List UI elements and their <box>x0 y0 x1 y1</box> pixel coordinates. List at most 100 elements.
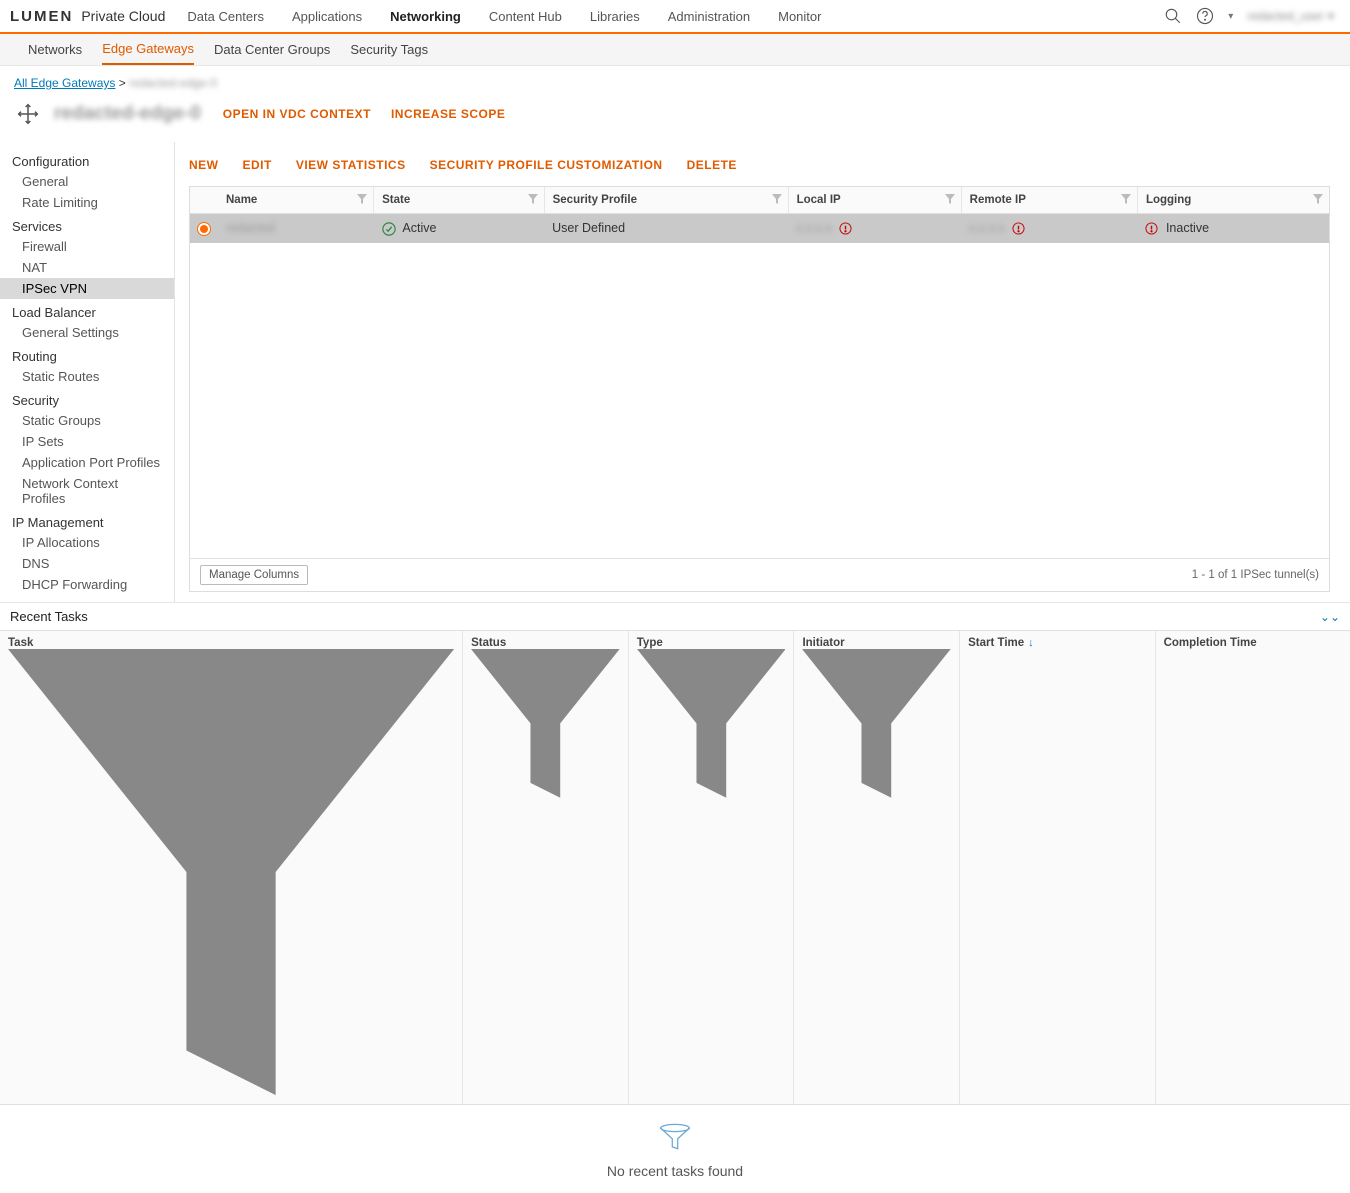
task-col-task[interactable]: Task <box>0 631 462 1104</box>
side-ip-allocations[interactable]: IP Allocations <box>0 532 174 553</box>
cell-name: redacted <box>218 214 374 243</box>
side-lb-general[interactable]: General Settings <box>0 322 174 343</box>
col-state[interactable]: State <box>374 187 545 214</box>
row-radio[interactable] <box>190 214 218 243</box>
side-group-routing: Routing <box>0 343 174 366</box>
filter-icon[interactable] <box>1121 194 1131 204</box>
nav-content-hub[interactable]: Content Hub <box>489 1 562 32</box>
side-rate-limiting[interactable]: Rate Limiting <box>0 192 174 213</box>
table-footer: Manage Columns 1 - 1 of 1 IPSec tunnel(s… <box>190 558 1329 591</box>
col-local-ip[interactable]: Local IP <box>788 187 961 214</box>
side-ip-sets[interactable]: IP Sets <box>0 431 174 452</box>
radio-selected-icon <box>198 223 210 235</box>
user-name: redacted_user <box>1247 9 1324 23</box>
view-stats-button[interactable]: VIEW STATISTICS <box>296 158 406 172</box>
ipsec-table: Name State Security Profile Local IP Rem… <box>189 186 1330 592</box>
info-error-icon[interactable] <box>839 222 852 235</box>
breadcrumb-current: redacted-edge-0 <box>129 76 217 90</box>
side-static-groups[interactable]: Static Groups <box>0 410 174 431</box>
brand-logo: LUMEN <box>10 8 73 25</box>
filter-icon[interactable] <box>945 194 955 204</box>
tasks-table-head: Task Status Type Initiator Start Time↓ C… <box>0 630 1350 1105</box>
task-col-initiator[interactable]: Initiator <box>793 631 959 1104</box>
check-circle-icon <box>382 222 396 236</box>
help-icon[interactable] <box>1196 7 1214 25</box>
action-bar: NEW EDIT VIEW STATISTICS SECURITY PROFIL… <box>189 158 1330 172</box>
no-tasks-text: No recent tasks found <box>607 1163 743 1179</box>
col-logging[interactable]: Logging <box>1137 187 1329 214</box>
security-profile-button[interactable]: SECURITY PROFILE CUSTOMIZATION <box>430 158 663 172</box>
col-security-profile[interactable]: Security Profile <box>544 187 788 214</box>
side-nat[interactable]: NAT <box>0 257 174 278</box>
task-col-status[interactable]: Status <box>462 631 628 1104</box>
task-col-type[interactable]: Type <box>628 631 794 1104</box>
search-icon[interactable] <box>1164 7 1182 25</box>
col-remote-ip[interactable]: Remote IP <box>961 187 1137 214</box>
new-button[interactable]: NEW <box>189 158 219 172</box>
table-row[interactable]: redacted Active User Defined x.x.x.x x.x… <box>190 214 1329 243</box>
table-count: 1 - 1 of 1 IPSec tunnel(s) <box>1192 569 1319 581</box>
tasks-body: No recent tasks found <box>0 1105 1350 1193</box>
nav-administration[interactable]: Administration <box>668 1 750 32</box>
subnav-networks[interactable]: Networks <box>28 35 82 64</box>
nav-monitor[interactable]: Monitor <box>778 1 821 32</box>
nav-networking[interactable]: Networking <box>390 1 461 32</box>
manage-columns-button[interactable]: Manage Columns <box>200 565 308 585</box>
funnel-icon <box>657 1123 693 1151</box>
breadcrumb-link[interactable]: All Edge Gateways <box>14 76 115 90</box>
increase-scope-button[interactable]: INCREASE SCOPE <box>391 107 505 121</box>
recent-tasks-header: Recent Tasks ⌄⌄ <box>0 602 1350 630</box>
side-dhcp-forwarding[interactable]: DHCP Forwarding <box>0 574 174 595</box>
content-area: Configuration General Rate Limiting Serv… <box>0 142 1350 602</box>
side-dns[interactable]: DNS <box>0 553 174 574</box>
main-panel: NEW EDIT VIEW STATISTICS SECURITY PROFIL… <box>175 142 1350 602</box>
info-error-icon[interactable] <box>1012 222 1025 235</box>
info-error-icon <box>1145 222 1158 235</box>
subnav-edge-gateways[interactable]: Edge Gateways <box>102 34 194 65</box>
subnav-data-center-groups[interactable]: Data Center Groups <box>214 35 330 64</box>
col-name[interactable]: Name <box>218 187 374 214</box>
nav-applications[interactable]: Applications <box>292 1 362 32</box>
filter-icon[interactable] <box>8 649 454 1095</box>
nav-libraries[interactable]: Libraries <box>590 1 640 32</box>
filter-icon[interactable] <box>471 649 620 798</box>
edit-button[interactable]: EDIT <box>243 158 272 172</box>
subnav-security-tags[interactable]: Security Tags <box>350 35 428 64</box>
side-app-port-profiles[interactable]: Application Port Profiles <box>0 452 174 473</box>
breadcrumb: All Edge Gateways > redacted-edge-0 <box>0 66 1350 96</box>
filter-icon[interactable] <box>528 194 538 204</box>
delete-button[interactable]: DELETE <box>687 158 737 172</box>
sub-nav: Networks Edge Gateways Data Center Group… <box>0 34 1350 66</box>
edge-gateway-icon <box>14 100 42 128</box>
help-chevron-icon[interactable]: ▾ <box>1228 11 1233 22</box>
col-select <box>190 187 218 214</box>
nav-data-centers[interactable]: Data Centers <box>187 1 264 32</box>
filter-icon[interactable] <box>802 649 951 798</box>
gateway-header: redacted-edge-0 OPEN IN VDC CONTEXT INCR… <box>0 96 1350 142</box>
filter-icon[interactable] <box>1313 194 1323 204</box>
top-right: ▾ redacted_user ▾ <box>1164 7 1334 25</box>
cell-state: Active <box>374 214 545 243</box>
side-ipsec-vpn[interactable]: IPSec VPN <box>0 278 174 299</box>
user-menu[interactable]: redacted_user ▾ <box>1247 9 1334 23</box>
filter-icon[interactable] <box>772 194 782 204</box>
gateway-name: redacted-edge-0 <box>54 103 201 125</box>
side-group-services: Services <box>0 213 174 236</box>
task-col-completion-time[interactable]: Completion Time <box>1155 631 1350 1104</box>
sort-desc-icon: ↓ <box>1028 637 1034 649</box>
filter-icon[interactable] <box>637 649 786 798</box>
side-static-routes[interactable]: Static Routes <box>0 366 174 387</box>
brand-subtitle: Private Cloud <box>81 8 165 24</box>
recent-tasks-toggle-icon[interactable]: ⌄⌄ <box>1320 610 1340 624</box>
filter-icon[interactable] <box>357 194 367 204</box>
side-firewall[interactable]: Firewall <box>0 236 174 257</box>
open-vdc-button[interactable]: OPEN IN VDC CONTEXT <box>223 107 371 121</box>
side-group-configuration: Configuration <box>0 148 174 171</box>
recent-tasks-title: Recent Tasks <box>10 609 88 624</box>
side-network-context-profiles[interactable]: Network Context Profiles <box>0 473 174 509</box>
side-general[interactable]: General <box>0 171 174 192</box>
task-col-start-time[interactable]: Start Time↓ <box>959 631 1154 1104</box>
top-nav: Data Centers Applications Networking Con… <box>187 1 1164 32</box>
top-header: LUMEN Private Cloud Data Centers Applica… <box>0 0 1350 34</box>
cell-remote-ip: x.x.x.x <box>961 214 1137 243</box>
